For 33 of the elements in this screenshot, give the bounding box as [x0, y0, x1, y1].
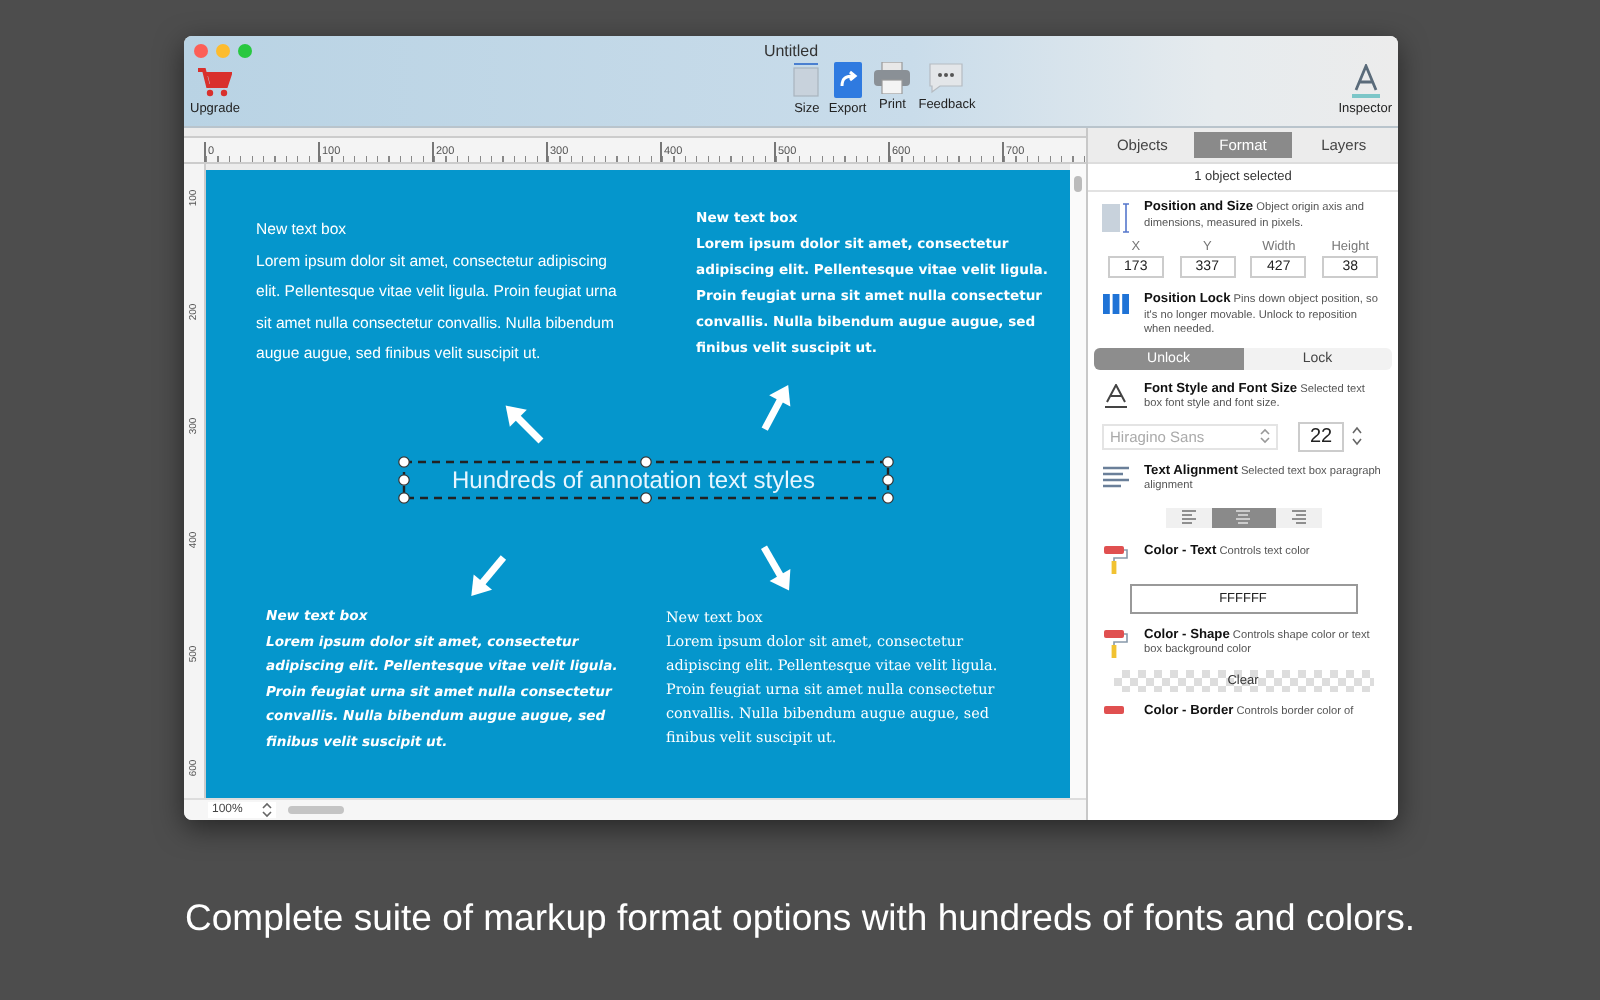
scrollbar-thumb[interactable]: [288, 806, 344, 814]
paint-roller-icon: [1102, 545, 1130, 573]
arrow[interactable]: [761, 385, 791, 431]
arrow[interactable]: [505, 405, 544, 444]
align-left-icon: [1102, 465, 1130, 489]
alignment-button[interactable]: [1165, 507, 1211, 527]
scrollbar-thumb[interactable]: [1074, 176, 1082, 192]
printer-icon: [874, 62, 911, 94]
alignment-button[interactable]: [1275, 507, 1321, 527]
page-size-icon: [1102, 202, 1130, 234]
stepper-icon[interactable]: [1352, 426, 1363, 446]
caption: Complete suite of markup format options with hundreds of fonts and colors.: [183, 896, 1417, 940]
align-center-icon: [1236, 509, 1250, 525]
align-right-icon: [1291, 509, 1305, 525]
stepper-icon[interactable]: [262, 802, 273, 818]
arrow[interactable]: [471, 555, 507, 596]
close-button[interactable]: [194, 44, 208, 58]
align-left-icon: [1181, 509, 1195, 525]
alignment-button[interactable]: [1211, 507, 1275, 527]
speech-bubble-icon: [928, 62, 965, 94]
paint-roller-icon: [1102, 705, 1130, 717]
export-icon: [833, 62, 862, 98]
cart-icon: [196, 66, 233, 98]
chevron-icon: [1260, 428, 1270, 444]
selection-handles-drawing[interactable]: [398, 456, 894, 504]
letter-a-icon: [1102, 383, 1130, 407]
page-size-icon: [792, 62, 821, 98]
paint-roller-icon: [1102, 629, 1130, 657]
columns-icon: [1102, 294, 1130, 314]
arrow[interactable]: [760, 545, 791, 591]
font-size-field[interactable]: 22: [1298, 421, 1345, 451]
letter-a-icon: [1349, 64, 1382, 98]
window-title: Untitled: [763, 40, 819, 60]
